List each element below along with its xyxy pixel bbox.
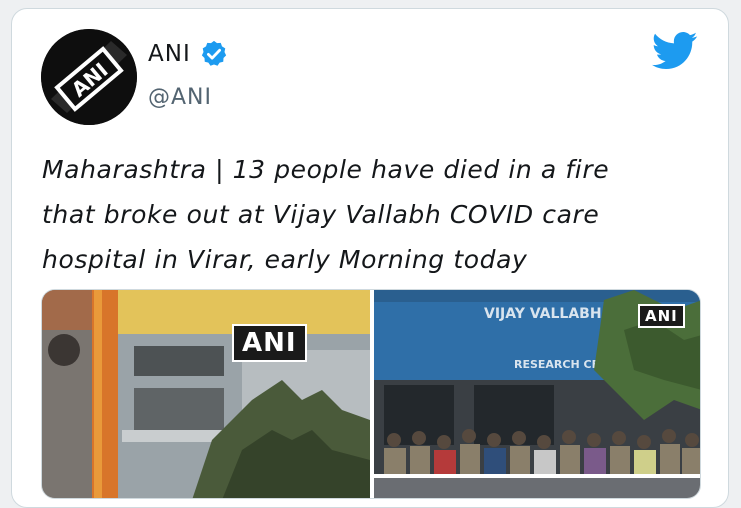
author-display-name[interactable]: ANI [148,41,191,67]
author-avatar[interactable]: ANI [41,29,137,125]
tweet-text: Maharashtra | 13 people have died in a f… [42,147,722,282]
tweet-card[interactable]: ANI ANI @ANI Maharashtra | 13 people hav… [11,8,729,508]
tweet-text-line: that broke out at Vijay Vallabh COVID ca… [42,200,600,229]
author-handle[interactable]: @ANI [148,85,212,110]
ani-logo-icon: ANI [41,29,137,125]
media-photo-third[interactable] [374,478,700,498]
author-name-row: ANI [148,39,229,69]
media-photo-hospital-crowd[interactable]: VIJAY VALLABH RESEARCH CENTER ANI [374,290,700,474]
tweet-text-line: Maharashtra | 13 people have died in a f… [42,155,610,184]
twitter-bird-icon[interactable] [652,31,698,71]
svg-text:VIJAY VALLABH: VIJAY VALLABH [484,306,602,322]
media-photo-building-fire[interactable]: ANI [42,290,370,498]
ani-watermark: ANI [232,324,307,362]
tweet-text-line: hospital in Virar, early Morning today [42,245,528,274]
ani-watermark: ANI [638,304,685,328]
tweet-media-grid: ANI VIJAY VALLABH RESEARCH CENTER ANI [41,289,701,499]
building-photo [42,290,370,498]
verified-badge-icon [201,40,226,66]
